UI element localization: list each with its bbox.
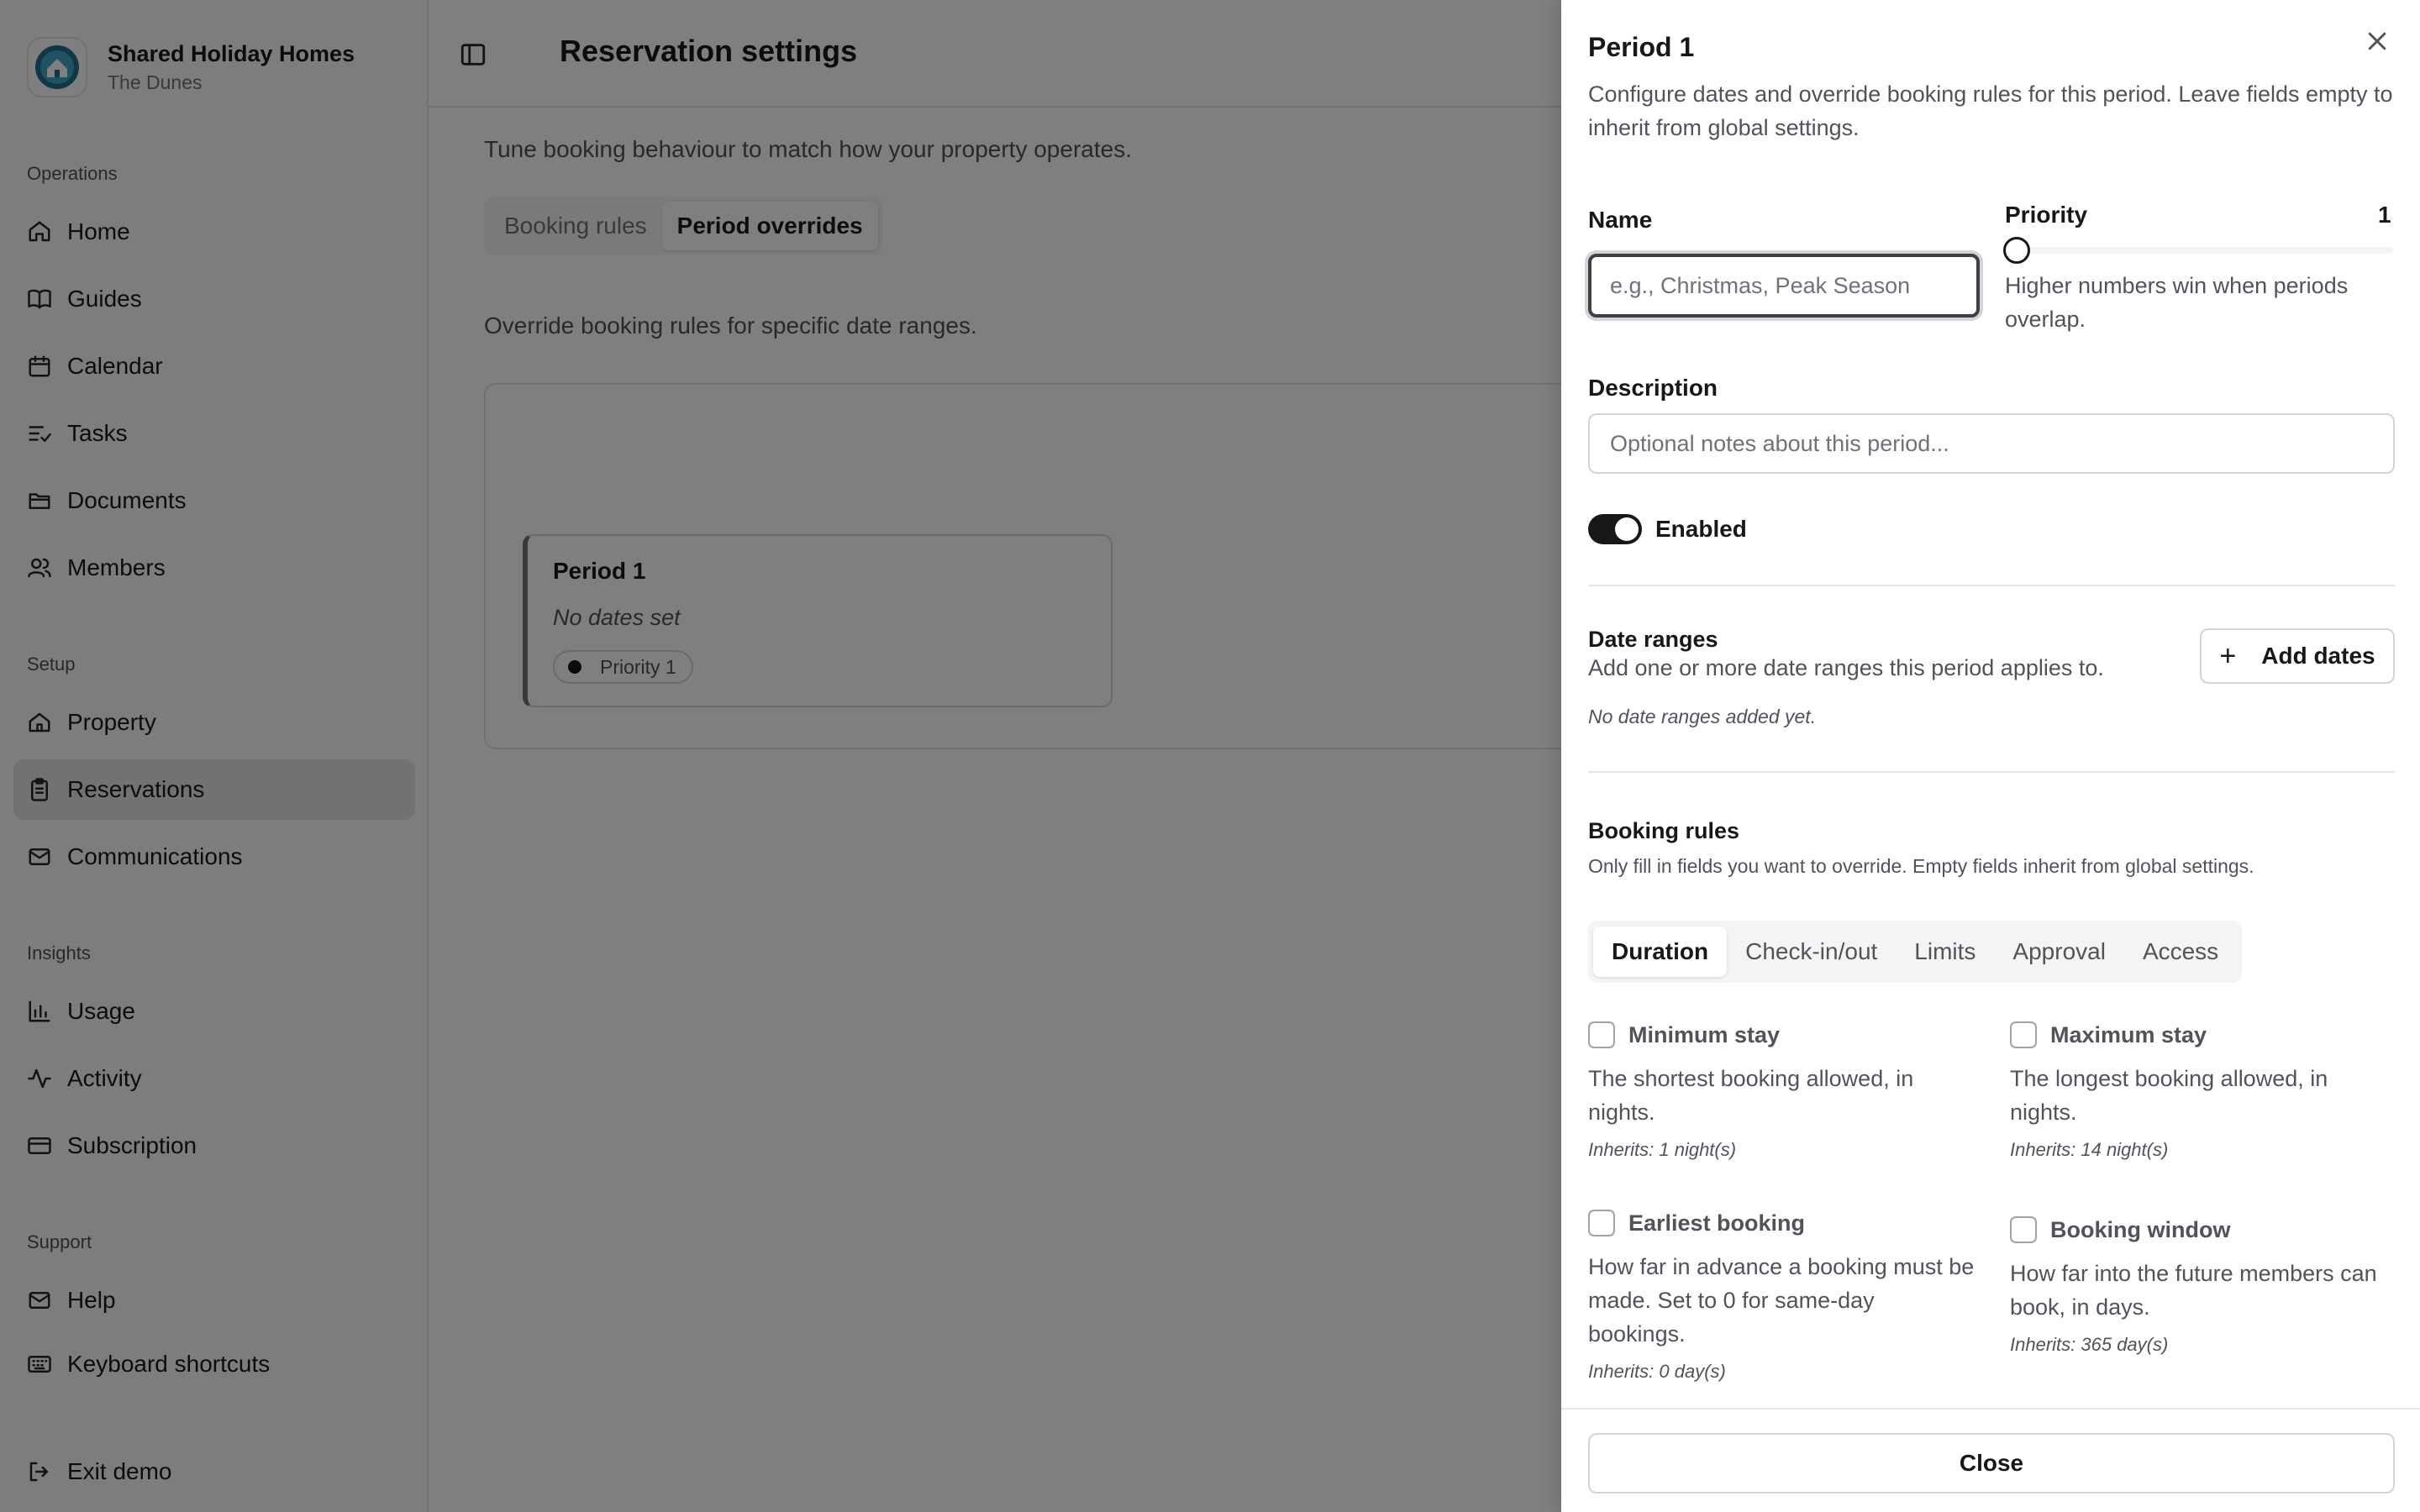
date-ranges-title: Date ranges: [1588, 627, 1718, 652]
minimum-stay-checkbox[interactable]: [1588, 1021, 1615, 1048]
plus-icon: +: [2219, 640, 2237, 672]
rule-inherit: Inherits: 0 day(s): [1588, 1361, 1726, 1382]
enabled-toggle[interactable]: [1588, 514, 1642, 544]
tab-duration[interactable]: Duration: [1593, 927, 1728, 977]
rule-earliest-booking: Earliest booking How far in advance a bo…: [1588, 1206, 1975, 1383]
rule-name: Minimum stay: [1628, 1021, 1781, 1047]
drawer-title: Period 1: [1588, 32, 1695, 62]
tab-approval[interactable]: Approval: [1994, 927, 2124, 977]
add-dates-button[interactable]: + Add dates: [2200, 628, 2395, 684]
description-input[interactable]: [1588, 413, 2395, 474]
name-input[interactable]: [1588, 254, 1980, 318]
rule-help: The shortest booking allowed, in nights.: [1588, 1066, 1914, 1125]
booking-window-checkbox[interactable]: [2010, 1216, 2037, 1243]
booking-rules-title: Booking rules: [1588, 818, 1740, 843]
rule-help: How far in advance a booking must be mad…: [1588, 1254, 1975, 1347]
rule-name: Booking window: [2050, 1216, 2231, 1242]
earliest-booking-checkbox[interactable]: [1588, 1210, 1615, 1236]
close-button[interactable]: Close: [1588, 1433, 2395, 1494]
drawer-description: Configure dates and override booking rul…: [1588, 81, 2393, 140]
priority-slider-thumb[interactable]: [2003, 237, 2030, 264]
divider: [1588, 771, 2395, 773]
rule-help: The longest booking allowed, in nights.: [2010, 1066, 2328, 1125]
booking-rules-subtitle: Only fill in fields you want to override…: [1588, 855, 2254, 877]
rule-name: Maximum stay: [2050, 1021, 2207, 1047]
description-label: Description: [1588, 375, 1718, 401]
divider: [1588, 585, 2395, 586]
priority-label: Priority: [2005, 202, 2088, 228]
rule-maximum-stay: Maximum stay The longest booking allowed…: [2010, 1018, 2396, 1161]
maximum-stay-checkbox[interactable]: [2010, 1021, 2037, 1048]
priority-slider-track[interactable]: [2007, 247, 2393, 254]
booking-rule-tabs: Duration Check-in/out Limits Approval Ac…: [1588, 921, 2243, 983]
toggle-knob: [1615, 517, 1639, 541]
rule-inherit: Inherits: 1 night(s): [1588, 1139, 1737, 1160]
rule-booking-window: Booking window How far into the future m…: [2010, 1213, 2396, 1356]
tab-check-in-out[interactable]: Check-in/out: [1727, 927, 1896, 977]
rule-minimum-stay: Minimum stay The shortest booking allowe…: [1588, 1018, 1975, 1161]
rule-inherit: Inherits: 365 day(s): [2010, 1334, 2169, 1355]
rule-name: Earliest booking: [1628, 1210, 1806, 1236]
priority-value: 1: [2378, 202, 2391, 228]
name-label: Name: [1588, 207, 1653, 233]
priority-help: Higher numbers win when periods overlap.: [2005, 273, 2349, 332]
close-icon[interactable]: [2365, 29, 2390, 54]
modal-overlay[interactable]: [0, 0, 1561, 1512]
tab-limits[interactable]: Limits: [1896, 927, 1994, 977]
enabled-label: Enabled: [1655, 516, 1747, 542]
tab-access[interactable]: Access: [2124, 927, 2237, 977]
rule-inherit: Inherits: 14 night(s): [2010, 1139, 2169, 1160]
date-ranges-subtitle: Add one or more date ranges this period …: [1588, 655, 2104, 680]
drawer-footer: Close: [1561, 1408, 2420, 1512]
rule-help: How far into the future members can book…: [2010, 1261, 2377, 1320]
add-dates-label: Add dates: [2261, 643, 2375, 669]
date-ranges-empty: No date ranges added yet.: [1588, 706, 1817, 727]
period-drawer: Period 1 Configure dates and override bo…: [1561, 0, 2420, 1512]
